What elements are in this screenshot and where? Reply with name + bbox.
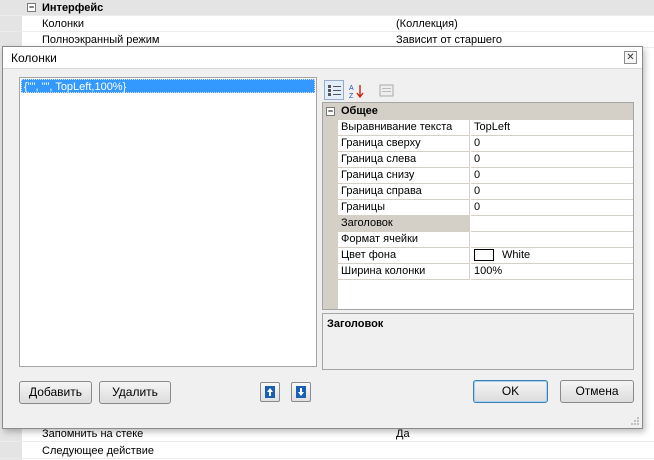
color-value-text: White [502, 249, 531, 261]
property-value[interactable] [471, 232, 633, 248]
property-category-label: Общее [341, 105, 378, 117]
property-value[interactable]: 0 [471, 168, 633, 184]
property-value[interactable]: 0 [471, 184, 633, 200]
property-name: Граница снизу [338, 168, 470, 184]
property-name: Границы [338, 200, 470, 216]
move-up-button[interactable] [260, 382, 280, 402]
cancel-button[interactable]: Отмена [560, 380, 634, 403]
property-row-border-bottom[interactable]: Граница снизу 0 [338, 168, 633, 184]
property-name: Формат ячейки [338, 232, 470, 248]
delete-button[interactable]: Удалить [99, 381, 171, 404]
columns-dialog: Колонки ✕ {"", "", TopLeft,100%} A Z − О… [2, 46, 643, 429]
close-button[interactable]: ✕ [624, 51, 637, 64]
columns-list[interactable]: {"", "", TopLeft,100%} [19, 77, 317, 367]
ok-button[interactable]: OK [473, 380, 548, 403]
move-down-button[interactable] [291, 382, 311, 402]
property-category[interactable]: − Общее [323, 103, 633, 120]
property-row-header[interactable]: Заголовок [338, 216, 633, 232]
add-button[interactable]: Добавить [19, 381, 92, 404]
alphabetical-sort-icon: A Z [349, 85, 364, 99]
property-name: Заголовок [338, 216, 470, 232]
categorized-button[interactable] [324, 80, 344, 100]
property-row-column-width[interactable]: Ширина колонки 100% [338, 264, 633, 280]
property-pages-button[interactable] [376, 80, 396, 100]
bg-row-next-action[interactable]: Следующее действие [0, 443, 654, 459]
property-name: Ширина колонки [338, 264, 470, 280]
property-name: Граница справа [338, 184, 470, 200]
close-icon: ✕ [626, 52, 635, 63]
property-value[interactable]: White [471, 248, 633, 264]
property-grid[interactable]: − Общее Выравнивание текста TopLeft Гран… [322, 102, 634, 310]
move-down-icon [296, 386, 306, 398]
svg-text:Z: Z [349, 93, 354, 99]
property-row-borders[interactable]: Границы 0 [338, 200, 633, 216]
property-row-border-left[interactable]: Граница слева 0 [338, 152, 633, 168]
property-value[interactable]: 100% [471, 264, 633, 280]
move-up-icon [265, 386, 275, 398]
property-row-cell-format[interactable]: Формат ячейки [338, 232, 633, 248]
property-row-text-align[interactable]: Выравнивание текста TopLeft [338, 120, 633, 136]
bg-category-interface[interactable]: − Интерфейс [0, 0, 654, 16]
color-swatch [474, 249, 494, 261]
bg-row-name: Следующее действие [42, 445, 154, 457]
alphabetical-button[interactable]: A Z [346, 80, 366, 100]
resize-grip-icon[interactable] [630, 416, 640, 426]
property-value[interactable]: 0 [471, 136, 633, 152]
list-item[interactable]: {"", "", TopLeft,100%} [21, 79, 315, 93]
dialog-titlebar[interactable]: Колонки ✕ [3, 47, 642, 69]
property-name: Выравнивание текста [338, 120, 470, 136]
property-value[interactable]: 0 [471, 200, 633, 216]
property-row-background-color[interactable]: Цвет фона White [338, 248, 633, 264]
property-name: Цвет фона [338, 248, 470, 264]
bg-category-label: Интерфейс [42, 2, 104, 14]
bg-row-value: (Коллекция) [396, 18, 458, 30]
property-name: Граница слева [338, 152, 470, 168]
property-value[interactable] [471, 216, 633, 232]
bg-row-name: Колонки [42, 18, 84, 30]
bg-row-columns[interactable]: Колонки (Коллекция) [0, 16, 654, 32]
property-description: Заголовок [322, 313, 634, 370]
property-value[interactable]: TopLeft [471, 120, 633, 136]
property-pages-icon [379, 84, 394, 97]
property-row-border-right[interactable]: Граница справа 0 [338, 184, 633, 200]
property-grid-gutter [323, 103, 338, 309]
svg-text:A: A [349, 85, 354, 92]
description-title: Заголовок [327, 318, 384, 330]
collapse-icon[interactable]: − [27, 3, 36, 12]
dialog-title: Колонки [11, 51, 57, 65]
property-name: Граница сверху [338, 136, 470, 152]
collapse-icon[interactable]: − [326, 107, 335, 116]
property-row-border-top[interactable]: Граница сверху 0 [338, 136, 633, 152]
categorized-view-icon [328, 85, 341, 96]
property-value[interactable]: 0 [471, 152, 633, 168]
